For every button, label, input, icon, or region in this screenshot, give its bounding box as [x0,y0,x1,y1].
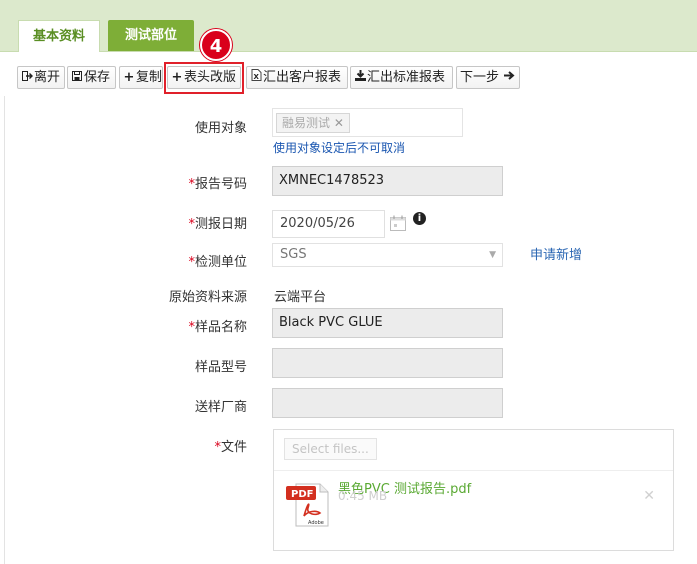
supplier-input[interactable] [272,388,503,418]
sample-name-label: *样品名称 [130,316,247,335]
report-date-input[interactable]: 2020/05/26 [272,210,385,238]
tab-bar [0,0,697,52]
export-standard-button[interactable]: 汇出标准报表 [350,66,453,89]
svg-text:X: X [253,73,259,81]
sample-model-label: 样品型号 [194,360,247,375]
test-unit-label: *检测单位 [130,251,247,270]
highlight-box [164,62,244,94]
export-customer-label: 汇出客户报表 [263,70,342,85]
report-no-input[interactable]: XMNEC1478523 [272,166,503,196]
report-date-label: *测报日期 [130,213,247,232]
next-step-label: 下一步 [460,70,500,85]
pdf-badge-text: PDF [291,489,313,500]
supplier-label: 送样厂商 [194,400,247,415]
save-button[interactable]: 保存 [67,66,116,89]
plus-icon: + [123,70,135,85]
report-no-label-text: 报告号码 [194,177,247,192]
report-no-label: *报告号码 [130,173,247,192]
select-files-button[interactable]: Select files... [284,438,377,460]
excel-icon: X [250,67,262,88]
file-size: 0.45 MB [338,489,388,503]
pdf-brand-text: Adobe [308,520,324,526]
calendar-icon[interactable] [389,214,407,232]
copy-button[interactable]: + 复制 [119,66,163,89]
info-icon[interactable]: i [413,212,426,225]
test-unit-label-text: 检测单位 [194,255,247,270]
test-unit-value: SGS [280,247,307,262]
active-tab-joiner [19,51,99,52]
step-badge: 4 [200,29,232,61]
sample-name-label-text: 样品名称 [194,320,247,335]
pdf-file-icon: PDF Adobe [286,480,332,528]
file-label: *文件 [130,436,247,455]
sample-model-input[interactable] [272,348,503,378]
export-standard-label: 汇出标准报表 [367,70,446,85]
use-target-tag[interactable]: 融易测试 ✕ [276,113,350,133]
save-icon [71,67,83,88]
exit-icon [21,67,33,88]
upload-divider [274,470,673,471]
remove-file-icon[interactable]: ✕ [643,488,655,504]
sample-name-input[interactable]: Black PVC GLUE [272,308,503,338]
download-icon [354,67,366,88]
remove-tag-icon[interactable]: ✕ [334,116,344,130]
test-unit-select[interactable]: SGS ▼ [272,243,503,267]
next-step-button[interactable]: 下一步 [456,66,520,89]
tab-divider [0,51,697,52]
copy-label: 复制 [136,70,163,85]
apply-new-link[interactable]: 申请新增 [530,244,582,263]
file-upload-area: Select files... PDF Adobe 黑色PVC 测试报告.pdf… [273,429,674,551]
file-label-text: 文件 [220,440,247,455]
leave-button[interactable]: 离开 [17,66,65,89]
use-target-label: 使用对象 [194,121,247,136]
chevron-down-icon: ▼ [489,250,496,260]
save-label: 保存 [84,70,111,85]
content-left-border [4,96,5,564]
use-target-hint: 使用对象设定后不可取消 [273,141,406,155]
data-source-value: 云端平台 [274,290,327,305]
tab-basic-info[interactable]: 基本资料 [18,20,100,52]
leave-label: 离开 [34,70,61,85]
report-date-label-text: 测报日期 [194,217,247,232]
export-customer-button[interactable]: X 汇出客户报表 [246,66,348,89]
arrow-right-icon [503,67,515,88]
use-target-tag-label: 融易测试 [282,116,331,130]
data-source-label: 原始资料来源 [168,290,247,305]
tab-test-parts[interactable]: 测试部位 [108,20,194,52]
